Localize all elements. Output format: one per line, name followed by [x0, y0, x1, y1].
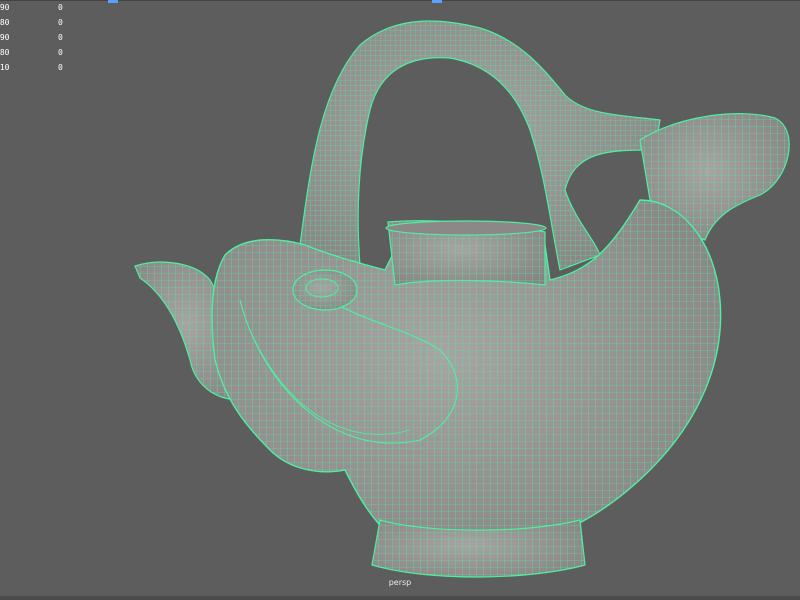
- viewport-bottom-border: [0, 596, 800, 600]
- perspective-viewport[interactable]: 390 0 780 0 390 0 780 0 010 0: [0, 0, 800, 600]
- teapot-wireframe-mesh[interactable]: [0, 0, 800, 600]
- teapot-side-knob[interactable]: [292, 269, 358, 311]
- camera-name-label: persp: [388, 578, 412, 587]
- teapot-neck[interactable]: [385, 220, 547, 286]
